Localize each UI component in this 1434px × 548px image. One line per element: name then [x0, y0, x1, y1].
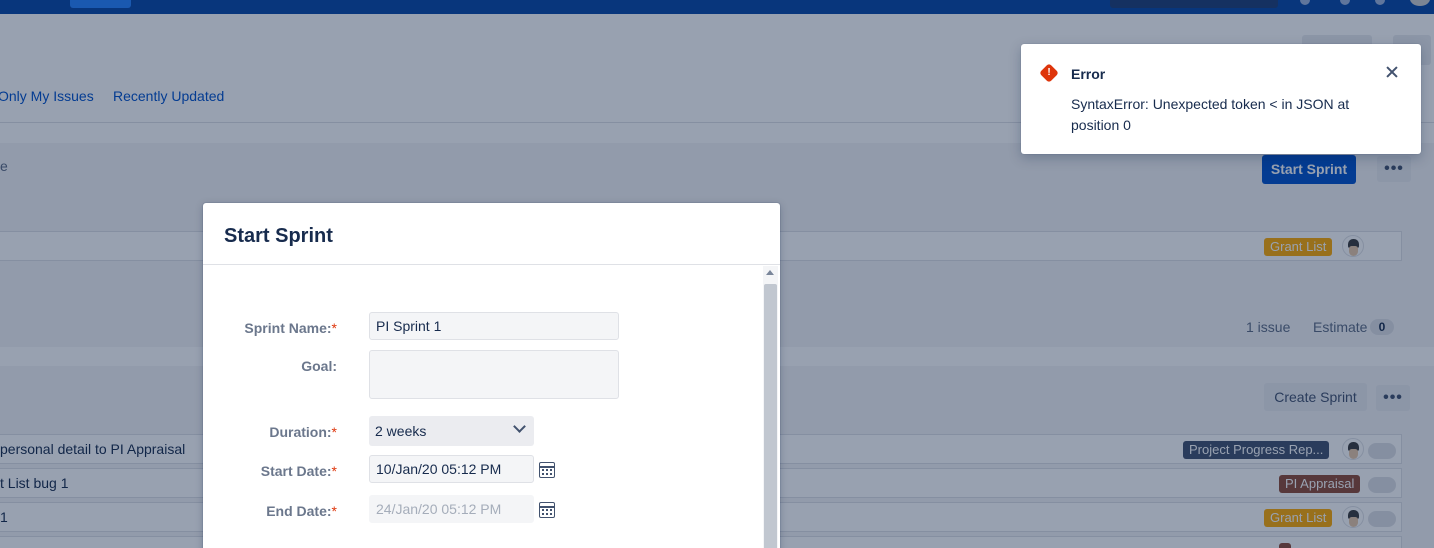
- calendar-icon[interactable]: [539, 462, 555, 478]
- error-flag: ! Error SyntaxError: Unexpected token < …: [1021, 44, 1421, 154]
- start-date-label: Start Date:*: [260, 463, 337, 479]
- dialog-header: Start Sprint: [203, 203, 780, 265]
- calendar-icon[interactable]: [539, 502, 555, 518]
- end-date-input: [369, 495, 534, 523]
- error-icon: !: [1039, 63, 1059, 83]
- sprint-name-input[interactable]: [369, 312, 619, 340]
- duration-label: Duration:*: [269, 424, 337, 440]
- duration-select[interactable]: 2 weeks: [369, 416, 534, 446]
- dialog-title: Start Sprint: [224, 225, 333, 247]
- duration-value: 2 weeks: [375, 423, 427, 439]
- start-sprint-dialog: Start Sprint Sprint Name:* Goal: Duratio…: [203, 203, 780, 548]
- goal-textarea[interactable]: [369, 350, 619, 399]
- dialog-scrollbar[interactable]: [763, 266, 778, 548]
- start-date-input[interactable]: [369, 455, 534, 483]
- close-icon[interactable]: [1383, 64, 1401, 82]
- error-message: SyntaxError: Unexpected token < in JSON …: [1071, 96, 1350, 133]
- scrollbar-thumb[interactable]: [764, 284, 777, 548]
- chevron-down-icon: [513, 420, 526, 433]
- error-title: Error: [1071, 66, 1106, 82]
- scroll-up-arrow-icon[interactable]: [766, 270, 774, 275]
- goal-label: Goal:: [301, 358, 337, 374]
- sprint-name-label: Sprint Name:*: [244, 320, 337, 336]
- end-date-label: End Date:*: [266, 503, 337, 519]
